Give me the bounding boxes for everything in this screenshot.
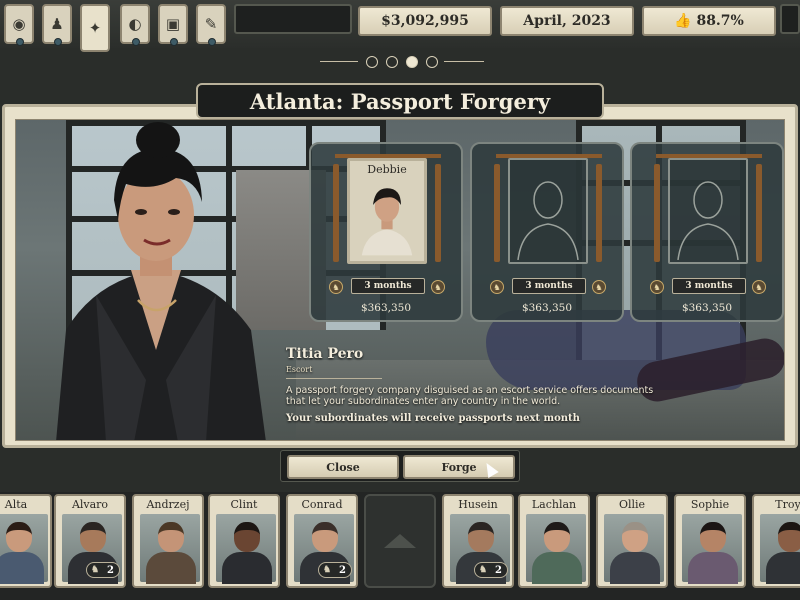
roster-agent-name: Conrad bbox=[301, 498, 343, 511]
page-dot[interactable] bbox=[426, 56, 438, 68]
home-icon[interactable]: ◉ bbox=[4, 4, 34, 46]
agent-slot-empty[interactable]: ♞ 3 months ♞ $363,350 bbox=[470, 142, 624, 322]
roster-agent-name: Andrzej bbox=[146, 498, 190, 511]
roster-agent-name: Alvaro bbox=[71, 498, 109, 511]
slot-agent-name: Debbie bbox=[367, 163, 407, 176]
roster-agent-card[interactable]: Alvaro 2 bbox=[54, 494, 126, 588]
agent-level-badge: 2 bbox=[318, 562, 352, 578]
date-display: April, 2023 bbox=[500, 6, 634, 36]
roster-agent-photo bbox=[760, 514, 800, 584]
agent-level-badge: 2 bbox=[474, 562, 508, 578]
roster-agent-card[interactable]: Lachlan bbox=[518, 494, 590, 588]
slot-cost: $363,350 bbox=[681, 302, 733, 314]
scene-background: Debbie ♞ 3 months ♞ $363,350 ♞ 3 months … bbox=[15, 119, 785, 441]
agent-portrait bbox=[56, 122, 266, 440]
compass-icon[interactable]: ✦ bbox=[80, 4, 110, 52]
coin-icon: ♞ bbox=[329, 280, 343, 294]
divider bbox=[286, 378, 382, 379]
roster-agent-photo bbox=[682, 514, 742, 584]
coin-icon: ♞ bbox=[431, 280, 445, 294]
agent-slot-filled[interactable]: Debbie ♞ 3 months ♞ $363,350 bbox=[309, 142, 463, 322]
roster-agent-name: Alta bbox=[4, 498, 28, 511]
slot-cost: $363,350 bbox=[521, 302, 573, 314]
globe-icon[interactable]: ◐ bbox=[120, 4, 150, 46]
roster-agent-photo bbox=[604, 514, 664, 584]
roster-agent-photo bbox=[0, 514, 48, 584]
roster-agent-photo bbox=[526, 514, 586, 584]
pager-line bbox=[320, 61, 358, 62]
agent-photo bbox=[352, 177, 422, 256]
notification-dot bbox=[54, 38, 62, 46]
forge-button[interactable]: Forge bbox=[403, 455, 515, 479]
empty-slot bbox=[780, 4, 800, 34]
coin-icon: ♞ bbox=[490, 280, 504, 294]
page-dot-active[interactable] bbox=[406, 56, 418, 68]
roster-agent-name: Troy bbox=[775, 498, 800, 511]
silhouette-icon bbox=[508, 158, 588, 264]
empty-slot bbox=[234, 4, 352, 34]
arrow-up-icon bbox=[384, 534, 416, 548]
slot-cost: $363,350 bbox=[360, 302, 412, 314]
roster-agent-name: Husein bbox=[458, 498, 498, 511]
agent-role: Escort bbox=[286, 365, 313, 374]
slot-portrait: Debbie bbox=[347, 158, 427, 264]
duration-label: 3 months bbox=[672, 278, 746, 294]
page-dot[interactable] bbox=[386, 56, 398, 68]
roster-agent-card[interactable]: Alta bbox=[0, 494, 52, 588]
page-indicator bbox=[320, 56, 510, 68]
roster-scroll-button[interactable] bbox=[364, 494, 436, 588]
notification-dot bbox=[170, 38, 178, 46]
agent-name: Titia Pero bbox=[286, 346, 364, 362]
roster-agent-card[interactable]: Troy bbox=[752, 494, 800, 588]
roster-agent-photo bbox=[216, 514, 276, 584]
silhouette-icon bbox=[668, 158, 748, 264]
page-dot[interactable] bbox=[366, 56, 378, 68]
approval-display: 👍 88.7% bbox=[642, 6, 776, 36]
pager-line bbox=[444, 61, 484, 62]
briefcase-icon[interactable]: ▣ bbox=[158, 4, 188, 46]
roster-agent-name: Ollie bbox=[618, 498, 646, 511]
roster-agent-card[interactable]: Sophie bbox=[674, 494, 746, 588]
duration-label: 3 months bbox=[351, 278, 425, 294]
agent-icon[interactable]: ♟ bbox=[42, 4, 72, 46]
clipboard-icon[interactable]: ✎ bbox=[196, 4, 226, 46]
money-display: $3,092,995 bbox=[358, 6, 492, 36]
operation-result: Your subordinates will receive passports… bbox=[286, 413, 580, 424]
coin-icon: ♞ bbox=[592, 280, 606, 294]
coin-icon: ♞ bbox=[752, 280, 766, 294]
roster-agent-name: Sophie bbox=[690, 498, 730, 511]
roster-agent-card[interactable]: Clint bbox=[208, 494, 280, 588]
agent-slot-empty[interactable]: ♞ 3 months ♞ $363,350 bbox=[630, 142, 784, 322]
duration-label: 3 months bbox=[512, 278, 586, 294]
forgery-panel: Debbie ♞ 3 months ♞ $363,350 ♞ 3 months … bbox=[2, 104, 798, 448]
coin-icon: ♞ bbox=[650, 280, 664, 294]
roster-agent-name: Clint bbox=[230, 498, 258, 511]
roster-agent-photo bbox=[140, 514, 200, 584]
close-button[interactable]: Close bbox=[287, 455, 399, 479]
operation-description: A passport forgery company disguised as … bbox=[286, 385, 654, 407]
roster-agent-card[interactable]: Conrad 2 bbox=[286, 494, 358, 588]
top-bar: ◉ ♟ ✦ ◐ ▣ ✎ $3,092,995 April, 2023 👍 88.… bbox=[0, 0, 800, 52]
roster-agent-card[interactable]: Ollie bbox=[596, 494, 668, 588]
notification-dot bbox=[208, 38, 216, 46]
agent-info: Titia Pero Escort A passport forgery com… bbox=[286, 346, 656, 424]
roster-agent-card[interactable]: Husein 2 bbox=[442, 494, 514, 588]
roster-agent-name: Lachlan bbox=[531, 498, 577, 511]
notification-dot bbox=[132, 38, 140, 46]
agent-level-badge: 2 bbox=[86, 562, 120, 578]
roster-agent-card[interactable]: Andrzej bbox=[132, 494, 204, 588]
notification-dot bbox=[16, 38, 24, 46]
page-title: Atlanta: Passport Forgery bbox=[196, 83, 604, 119]
